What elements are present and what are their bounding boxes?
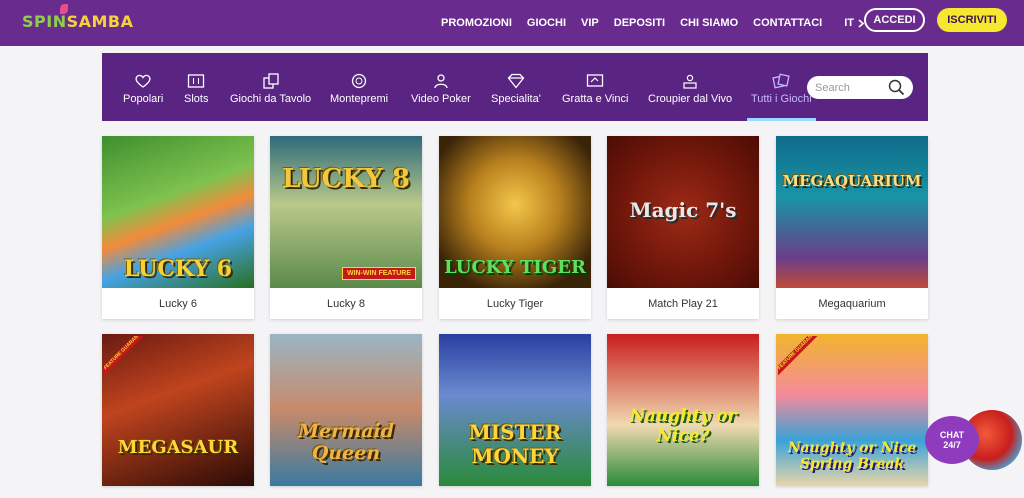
language-selector[interactable]: IT xyxy=(844,17,865,29)
feature-guarantee-banner: FEATURE GUARANTEE xyxy=(104,336,146,378)
top-header: SPINSAMBA PROMOZIONI GIOCHI VIP DEPOSITI… xyxy=(0,0,1024,46)
game-name: Lucky 8 xyxy=(327,297,365,310)
game-art-title: Naughty or Nice? xyxy=(629,406,737,446)
game-card-megasaur[interactable]: FEATURE GUARANTEE MEGASAUR xyxy=(102,334,254,486)
game-art-title: Mermaid Queen xyxy=(297,420,395,464)
category-label: Slots xyxy=(184,93,209,105)
game-name: Lucky 6 xyxy=(159,297,197,310)
game-card-match-play-21[interactable]: Magic 7's Match Play 21 xyxy=(607,136,759,319)
game-art-title: MEGAQUARIUM xyxy=(782,172,922,190)
logo[interactable]: SPINSAMBA xyxy=(22,4,134,31)
game-thumbnail[interactable]: Magic 7's xyxy=(607,136,759,288)
category-giochi-da-tavolo[interactable]: Giochi da Tavolo xyxy=(230,53,311,121)
game-card-naughty-or-nice[interactable]: Naughty or Nice? xyxy=(607,334,759,486)
game-art-title: MISTER MONEY xyxy=(468,420,562,468)
category-tutti-i-giochi[interactable]: Tutti i Giochi xyxy=(747,53,816,121)
game-art-title: LUCKY 8 xyxy=(282,164,410,194)
nav-giochi[interactable]: GIOCHI xyxy=(527,17,566,29)
login-button[interactable]: ACCEDI xyxy=(864,8,925,32)
category-bar: Popolari Slots Giochi da Tavolo Montepre… xyxy=(102,53,928,121)
category-croupier-dal-vivo[interactable]: Croupier dal Vivo xyxy=(648,53,732,121)
search-icon[interactable] xyxy=(888,79,905,96)
game-card-mermaid-queen[interactable]: Mermaid Queen xyxy=(270,334,422,486)
chat-hours: 24/7 xyxy=(943,440,961,450)
category-label: Giochi da Tavolo xyxy=(230,93,312,105)
category-label: Gratta e Vinci xyxy=(562,93,629,105)
category-slots[interactable]: Slots xyxy=(184,53,208,121)
game-card-lucky-tiger[interactable]: LUCKY TIGER Lucky Tiger xyxy=(439,136,591,319)
nav-promozioni[interactable]: PROMOZIONI xyxy=(441,17,512,29)
cards-icon xyxy=(262,73,280,89)
player-icon xyxy=(432,73,450,89)
game-name: Megaquarium xyxy=(818,297,886,310)
leaf-icon xyxy=(60,4,68,14)
language-label: IT xyxy=(844,17,854,29)
game-card-naughty-or-nice-spring-break[interactable]: FEATURE GUARANTEE Naughty or Nice Spring… xyxy=(776,334,928,486)
category-label: Tutti i Giochi xyxy=(751,93,812,105)
chat-label: CHAT xyxy=(939,430,965,440)
nav-contattaci[interactable]: CONTATTACI xyxy=(753,17,822,29)
game-thumbnail[interactable]: LUCKY 8 WIN-WIN FEATURE xyxy=(270,136,422,288)
game-thumbnail[interactable]: Mermaid Queen xyxy=(270,334,422,486)
search-input[interactable] xyxy=(815,79,885,96)
game-name: Lucky Tiger xyxy=(486,297,544,310)
scratch-card-icon xyxy=(586,73,604,89)
game-thumbnail[interactable]: LUCKY TIGER xyxy=(439,136,591,288)
game-thumbnail[interactable]: FEATURE GUARANTEE Naughty or Nice Spring… xyxy=(776,334,928,486)
game-name: Match Play 21 xyxy=(648,297,718,310)
game-art-title: LUCKY 6 xyxy=(123,256,233,282)
main-nav: PROMOZIONI GIOCHI VIP DEPOSITI CHI SIAMO… xyxy=(441,0,880,46)
jackpot-icon xyxy=(350,73,368,89)
category-video-poker[interactable]: Video Poker xyxy=(411,53,471,121)
game-card-mister-money[interactable]: MISTER MONEY xyxy=(439,334,591,486)
win-win-badge: WIN-WIN FEATURE xyxy=(341,267,416,280)
nav-chi-siamo[interactable]: CHI SIAMO xyxy=(680,17,738,29)
category-label: Specialita' xyxy=(491,93,541,105)
chat-button[interactable]: CHAT 24/7 xyxy=(925,416,979,464)
category-montepremi[interactable]: Montepremi xyxy=(330,53,388,121)
slot-machine-icon xyxy=(187,73,205,89)
game-card-megaquarium[interactable]: MEGAQUARIUM Megaquarium xyxy=(776,136,928,319)
category-label: Montepremi xyxy=(330,93,389,105)
logo-part-spin: SPIN xyxy=(22,12,67,31)
feature-guarantee-banner: FEATURE GUARANTEE xyxy=(778,336,820,378)
category-label: Croupier dal Vivo xyxy=(648,93,733,105)
diamond-icon xyxy=(507,73,525,89)
category-specialita[interactable]: Specialita' xyxy=(491,53,541,121)
game-thumbnail[interactable]: Naughty or Nice? xyxy=(607,334,759,486)
game-art-title: LUCKY TIGER xyxy=(444,257,586,278)
nav-vip[interactable]: VIP xyxy=(581,17,599,29)
game-thumbnail[interactable]: MEGAQUARIUM xyxy=(776,136,928,288)
game-art-title: Naughty or Nice Spring Break xyxy=(787,440,917,472)
game-art-title: Magic 7's xyxy=(629,198,737,222)
search-box xyxy=(807,76,913,99)
category-label: Video Poker xyxy=(411,93,471,105)
category-popolari[interactable]: Popolari xyxy=(123,53,163,121)
game-thumbnail[interactable]: MISTER MONEY xyxy=(439,334,591,486)
all-games-icon xyxy=(772,73,791,89)
category-label: Popolari xyxy=(123,93,164,105)
game-thumbnail[interactable]: FEATURE GUARANTEE MEGASAUR xyxy=(102,334,254,486)
logo-part-samba: SAMBA xyxy=(66,12,134,31)
heart-icon xyxy=(134,73,152,89)
dealer-icon xyxy=(681,73,699,89)
game-art-title: MEGASAUR xyxy=(117,437,239,458)
signup-button[interactable]: ISCRIVITI xyxy=(937,8,1007,32)
nav-depositi[interactable]: DEPOSITI xyxy=(614,17,665,29)
game-thumbnail[interactable]: LUCKY 6 xyxy=(102,136,254,288)
game-card-lucky-8[interactable]: LUCKY 8 WIN-WIN FEATURE Lucky 8 xyxy=(270,136,422,319)
category-gratta-e-vinci[interactable]: Gratta e Vinci xyxy=(562,53,628,121)
game-card-lucky-6[interactable]: LUCKY 6 Lucky 6 xyxy=(102,136,254,319)
